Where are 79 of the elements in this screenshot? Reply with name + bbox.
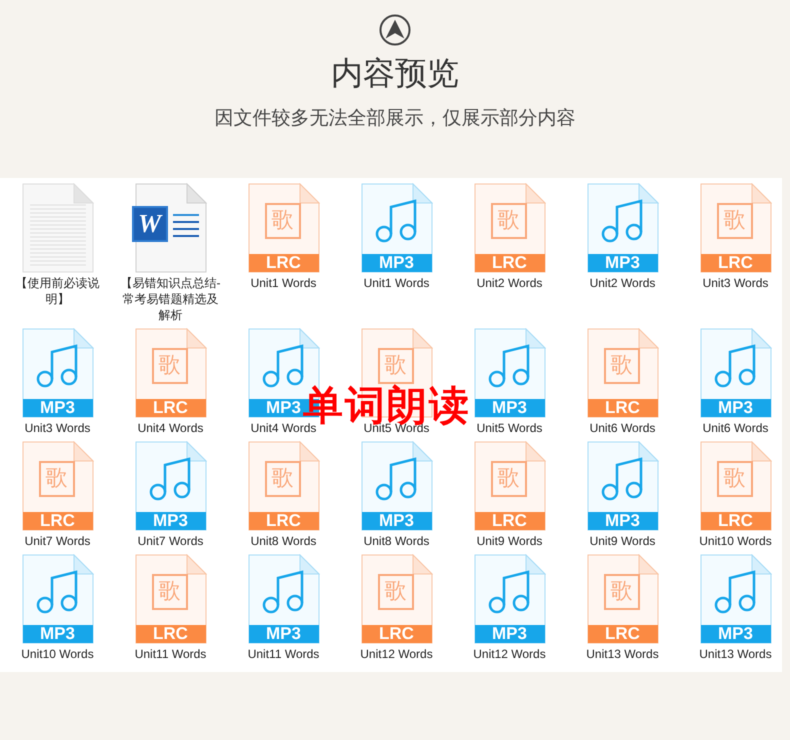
- lyrics-glyph: 歌: [38, 461, 74, 497]
- file-name[interactable]: Unit7 Words: [6, 533, 110, 549]
- file-name[interactable]: Unit8 Words: [232, 533, 336, 549]
- file-type-label: MP3: [248, 625, 318, 643]
- file-name[interactable]: 【易错知识点总结-常考易错题精选及解析: [118, 275, 222, 323]
- file-type-label: LRC: [248, 512, 318, 530]
- lyrics-glyph: 歌: [490, 203, 526, 239]
- music-note-icon: [262, 570, 306, 614]
- text-lines-icon: [172, 213, 198, 237]
- file-type-label: LRC: [362, 625, 432, 643]
- file-type-label: MP3: [474, 625, 544, 643]
- lyrics-glyph: 歌: [490, 461, 526, 497]
- music-note-icon: [36, 344, 80, 388]
- music-note-icon: [488, 570, 532, 614]
- file-type-label: LRC: [136, 625, 206, 643]
- file-type-label: LRC: [136, 399, 206, 417]
- file-type-label: MP3: [362, 512, 432, 530]
- lyrics-glyph: 歌: [264, 203, 300, 239]
- lyrics-glyph: 歌: [716, 461, 752, 497]
- lyrics-glyph: 歌: [152, 348, 188, 384]
- file-type-label: MP3: [362, 254, 432, 272]
- file-name[interactable]: Unit7 Words: [118, 533, 222, 549]
- file-type-label: MP3: [22, 399, 92, 417]
- file-name[interactable]: Unit1 Words: [344, 275, 448, 291]
- file-name[interactable]: 【使用前必读说明】: [6, 275, 110, 307]
- file-name[interactable]: Unit12 Words: [344, 646, 448, 662]
- file-type-label: LRC: [22, 512, 92, 530]
- file-name[interactable]: Unit1 Words: [232, 275, 336, 291]
- lyrics-glyph: 歌: [716, 203, 752, 239]
- file-name[interactable]: Unit3 Words: [684, 275, 782, 291]
- file-name[interactable]: Unit13 Words: [684, 646, 782, 662]
- file-type-label: MP3: [22, 625, 92, 643]
- lyrics-glyph: 歌: [152, 574, 188, 610]
- lyrics-glyph: 歌: [378, 574, 414, 610]
- file-type-label: MP3: [474, 399, 544, 417]
- file-name[interactable]: Unit3 Words: [6, 420, 110, 436]
- file-name[interactable]: Unit9 Words: [458, 533, 562, 549]
- word-logo: W: [132, 206, 168, 242]
- lyrics-glyph: 歌: [264, 461, 300, 497]
- music-note-icon: [600, 199, 644, 243]
- document-icon: [22, 183, 94, 273]
- file-type-label: MP3: [136, 512, 206, 530]
- file-name[interactable]: Unit6 Words: [684, 420, 782, 436]
- file-type-label: MP3: [700, 399, 770, 417]
- music-note-icon: [374, 457, 418, 501]
- lyrics-glyph: 歌: [378, 348, 414, 384]
- file-type-label: MP3: [588, 254, 658, 272]
- music-note-icon: [600, 457, 644, 501]
- file-type-label: LRC: [588, 625, 658, 643]
- file-name[interactable]: Unit8 Words: [344, 533, 448, 549]
- file-type-label: LRC: [700, 512, 770, 530]
- music-note-icon: [488, 344, 532, 388]
- file-name[interactable]: Unit2 Words: [458, 275, 562, 291]
- file-name[interactable]: Unit11 Words: [118, 646, 222, 662]
- file-name[interactable]: Unit6 Words: [570, 420, 674, 436]
- music-note-icon: [148, 457, 192, 501]
- lyrics-glyph: 歌: [604, 574, 640, 610]
- music-note-icon: [36, 570, 80, 614]
- music-note-icon: [374, 199, 418, 243]
- section-subtitle: 因文件较多无法全部展示，仅展示部分内容: [214, 106, 576, 131]
- music-note-icon: [714, 344, 758, 388]
- file-name[interactable]: Unit12 Words: [458, 646, 562, 662]
- file-name[interactable]: Unit10 Words: [684, 533, 782, 549]
- file-name[interactable]: Unit9 Words: [570, 533, 674, 549]
- file-type-label: LRC: [248, 254, 318, 272]
- file-type-label: LRC: [700, 254, 770, 272]
- file-name[interactable]: Unit4 Words: [118, 420, 222, 436]
- lyrics-glyph: 歌: [604, 348, 640, 384]
- file-type-label: MP3: [588, 512, 658, 530]
- file-type-label: LRC: [588, 399, 658, 417]
- file-type-label: MP3: [700, 625, 770, 643]
- section-title: 内容预览: [331, 53, 459, 94]
- music-note-icon: [714, 570, 758, 614]
- file-name[interactable]: Unit11 Words: [232, 646, 336, 662]
- file-name[interactable]: Unit13 Words: [570, 646, 674, 662]
- file-type-label: LRC: [474, 254, 544, 272]
- file-name[interactable]: Unit2 Words: [570, 275, 674, 291]
- file-name[interactable]: Unit10 Words: [6, 646, 110, 662]
- file-type-label: LRC: [474, 512, 544, 530]
